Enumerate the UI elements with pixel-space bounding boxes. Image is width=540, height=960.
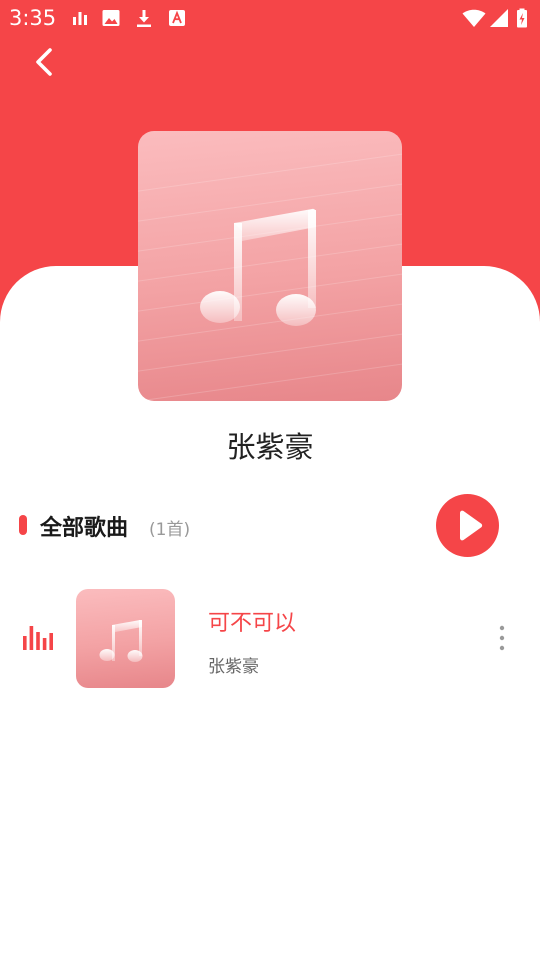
play-all-button[interactable] xyxy=(436,494,499,557)
song-artist: 张紫豪 xyxy=(208,657,259,677)
section-title: 全部歌曲 xyxy=(40,516,129,541)
song-thumbnail xyxy=(76,589,175,688)
more-vertical-icon[interactable] xyxy=(490,624,514,654)
status-bar: 3:35 xyxy=(0,0,540,36)
download-icon xyxy=(137,10,151,27)
album-cover xyxy=(138,131,402,401)
artist-name: 张紫豪 xyxy=(226,430,314,464)
section-indicator xyxy=(19,515,27,535)
wifi-icon xyxy=(462,9,486,27)
play-icon xyxy=(460,510,483,541)
chevron-left-icon[interactable] xyxy=(28,42,68,82)
music-note-icon xyxy=(99,620,143,662)
status-time: 3:35 xyxy=(9,6,57,30)
font-icon xyxy=(169,10,185,26)
music-note-icon xyxy=(200,208,316,326)
signal-icon xyxy=(490,9,508,27)
bar-chart-icon xyxy=(73,12,87,25)
image-icon xyxy=(102,10,120,26)
equalizer-icon xyxy=(23,626,53,650)
battery-charging-icon xyxy=(517,8,527,28)
song-count: (1首) xyxy=(149,520,191,540)
song-title: 可不可以 xyxy=(208,611,297,636)
